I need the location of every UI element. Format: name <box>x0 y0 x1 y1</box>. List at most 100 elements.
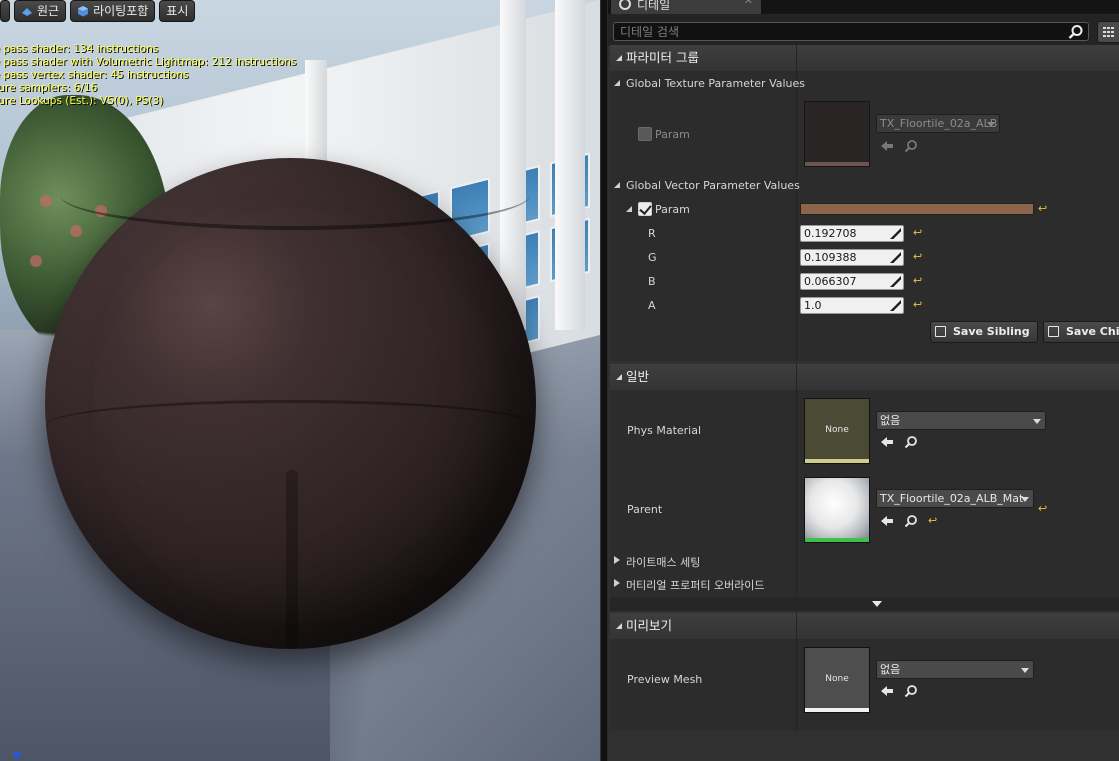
parent-label: Parent <box>627 503 663 516</box>
browse-magnifier-icon[interactable] <box>904 514 918 528</box>
channel-b-input[interactable]: 0.066307 <box>800 273 904 290</box>
reset-to-default-icon[interactable]: ↩ <box>913 227 923 238</box>
category-preview[interactable]: 미리보기 <box>610 613 1119 639</box>
advanced-expand-button[interactable] <box>610 597 1119 611</box>
save-child-label: Save Chi <box>1066 325 1119 338</box>
search-row: 디테일 검색 <box>608 14 1119 46</box>
reset-to-default-icon[interactable]: ↩ <box>1038 503 1048 514</box>
texture-param-name: Param <box>655 128 690 141</box>
channel-label-a: A <box>648 299 656 312</box>
grid-view-icon <box>1103 27 1114 37</box>
channel-b-value: 0.066307 <box>804 275 857 288</box>
tab-bar: 디테일 ✕ <box>608 0 1119 14</box>
reset-to-default-icon[interactable]: ↩ <box>928 515 938 526</box>
category-title: 일반 <box>626 369 650 384</box>
show-label: 표시 <box>166 4 189 18</box>
category-general[interactable]: 일반 <box>610 364 1119 390</box>
use-selected-arrow-icon[interactable] <box>880 684 894 698</box>
close-tab-icon[interactable]: ✕ <box>744 0 753 7</box>
parent-combo[interactable]: TX_Floortile_02a_ALB_Mat <box>876 489 1034 508</box>
texture-param-checkbox[interactable] <box>638 127 652 141</box>
details-panel: 디테일 ✕ 디테일 검색 파라미터 그룹 Global Texture Para… <box>608 0 1119 761</box>
use-selected-arrow-icon[interactable] <box>880 514 894 528</box>
reset-to-default-icon[interactable]: ↩ <box>1038 203 1048 214</box>
save-child-button[interactable]: Save Chi <box>1043 321 1119 343</box>
material-preview-viewport[interactable]: 원근 라이팅포함 표시 se pass shader: 134 instruct… <box>0 0 600 761</box>
lit-mode-label: 라이팅포함 <box>93 4 149 18</box>
browse-magnifier-icon[interactable] <box>904 435 918 449</box>
column-divider <box>796 364 797 597</box>
vector-param-checkbox[interactable] <box>638 202 652 216</box>
channel-label-r: R <box>648 227 656 240</box>
preview-mesh-value: 없음 <box>880 663 901 676</box>
lightmass-settings-row[interactable]: 라이트매스 세팅 <box>613 554 701 570</box>
search-placeholder: 디테일 검색 <box>620 25 680 39</box>
vector-color-swatch[interactable] <box>800 203 1034 215</box>
save-sibling-button[interactable]: Save Sibling <box>930 321 1038 343</box>
details-search-input[interactable]: 디테일 검색 <box>613 22 1089 41</box>
texture-asset-combo[interactable]: TX_Floortile_02a_ALB <box>876 114 1000 133</box>
preview-mesh-label: Preview Mesh <box>627 673 703 686</box>
column-divider <box>796 613 797 731</box>
stat-line: xture Lookups (Est.): VS(0), PS(3) <box>0 95 164 107</box>
lit-mode-button[interactable]: 라이팅포함 <box>70 0 156 22</box>
save-icon <box>1048 326 1059 337</box>
texture-param-group-label: Global Texture Parameter Values <box>626 77 806 90</box>
building-pillar <box>500 0 526 330</box>
phys-material-label: Phys Material <box>627 424 702 437</box>
reset-to-default-icon[interactable]: ↩ <box>913 275 923 286</box>
browse-magnifier-icon[interactable] <box>904 684 918 698</box>
vector-param-group-header[interactable]: Global Vector Parameter Values <box>614 179 800 192</box>
reset-to-default-icon[interactable]: ↩ <box>913 299 923 310</box>
texture-asset-value: TX_Floortile_02a_ALB <box>880 117 998 130</box>
phys-material-value: 없음 <box>880 414 901 427</box>
lightmass-label: 라이트매스 세팅 <box>626 556 701 569</box>
viewport-menu-button[interactable] <box>0 0 10 22</box>
category-title: 미리보기 <box>626 618 673 633</box>
browse-magnifier-icon[interactable] <box>904 139 918 153</box>
phys-thumb-text: None <box>825 425 849 435</box>
phys-material-thumbnail[interactable]: None <box>804 398 870 464</box>
channel-a-input[interactable]: 1.0 <box>800 297 904 314</box>
column-divider <box>796 45 797 361</box>
phys-material-combo[interactable]: 없음 <box>876 411 1046 430</box>
axis-gizmo <box>14 752 20 758</box>
category-parameter-groups[interactable]: 파라미터 그룹 <box>610 45 1119 71</box>
channel-r-input[interactable]: 0.192708 <box>800 225 904 242</box>
use-selected-arrow-icon[interactable] <box>880 139 894 153</box>
reset-to-default-icon[interactable]: ↩ <box>913 251 923 262</box>
view-options-button[interactable] <box>1097 21 1119 43</box>
building-pillar <box>555 0 585 330</box>
preview-mesh-combo[interactable]: 없음 <box>876 660 1034 679</box>
shader-stats: se pass shader: 134 instructions se pass… <box>0 43 296 108</box>
stat-line: se pass shader: 134 instructions <box>0 43 159 55</box>
stat-line: se pass shader with Volumetric Lightmap:… <box>0 56 297 68</box>
channel-label-g: G <box>648 251 657 264</box>
channel-label-b: B <box>648 275 656 288</box>
sphere-seam <box>286 470 298 648</box>
mesh-thumb-text: None <box>825 674 849 684</box>
tab-details-label: 디테일 <box>637 0 671 12</box>
use-selected-arrow-icon[interactable] <box>880 435 894 449</box>
override-label: 머티리얼 프로퍼티 오버라이드 <box>626 579 765 592</box>
category-title: 파라미터 그룹 <box>626 50 699 65</box>
viewport-toolbar: 원근 라이팅포함 표시 <box>0 0 196 24</box>
vector-param-group-label: Global Vector Parameter Values <box>626 179 800 192</box>
show-button[interactable]: 표시 <box>159 0 196 22</box>
lit-cube-icon <box>78 6 89 17</box>
tab-details[interactable]: 디테일 ✕ <box>611 0 761 14</box>
details-icon <box>619 0 631 10</box>
parent-thumbnail[interactable] <box>804 477 870 543</box>
texture-param-group-header[interactable]: Global Texture Parameter Values <box>613 77 806 90</box>
preview-mesh-thumbnail[interactable]: None <box>804 647 870 713</box>
search-icon[interactable] <box>1068 24 1084 40</box>
perspective-button[interactable]: 원근 <box>14 0 67 22</box>
material-property-override-row[interactable]: 머티리얼 프로퍼티 오버라이드 <box>614 577 765 593</box>
channel-g-input[interactable]: 0.109388 <box>800 249 904 266</box>
vector-param-name: Param <box>655 203 690 216</box>
panel-splitter[interactable] <box>600 0 608 761</box>
save-icon <box>935 326 946 337</box>
texture-thumbnail[interactable] <box>804 101 870 167</box>
perspective-icon <box>22 8 32 16</box>
stat-line: xture samplers: 6/16 <box>0 82 98 94</box>
